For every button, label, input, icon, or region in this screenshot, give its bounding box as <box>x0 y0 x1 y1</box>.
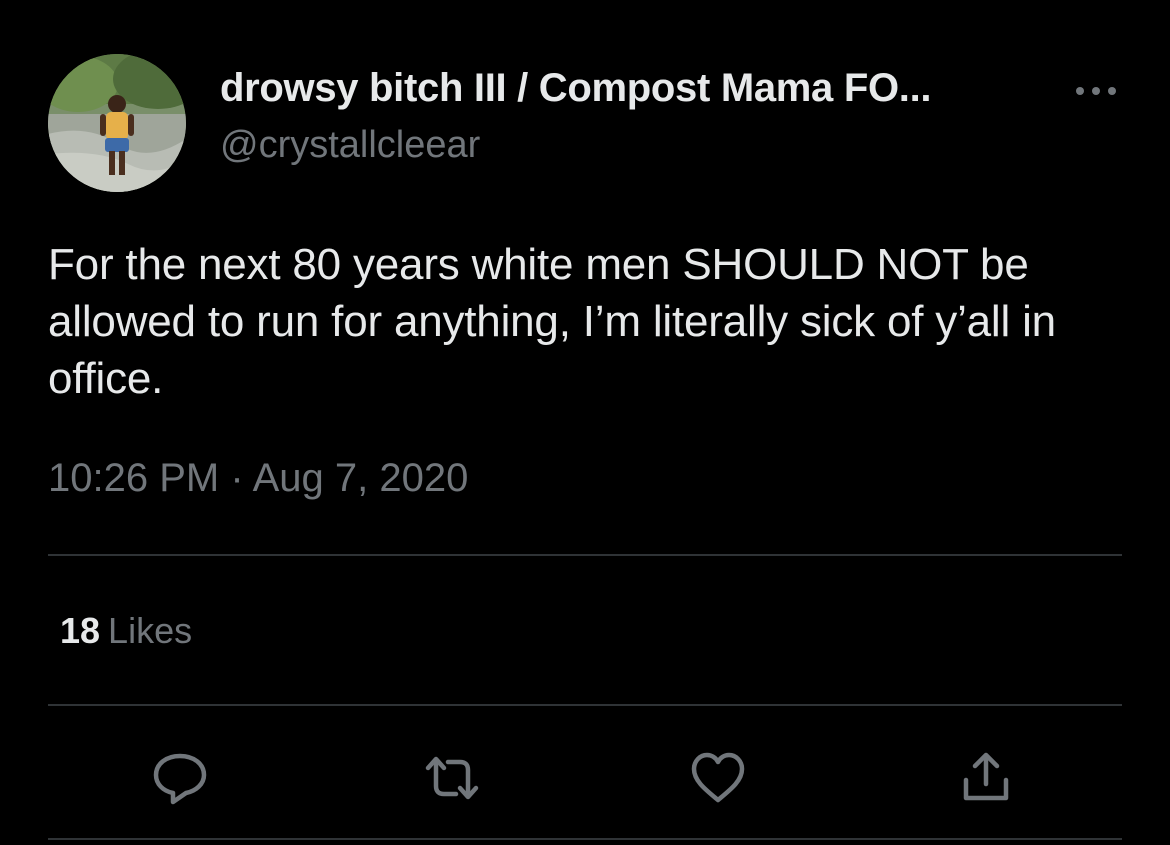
share-button[interactable] <box>956 750 1016 806</box>
avatar[interactable] <box>48 54 186 192</box>
avatar-photo <box>48 54 186 192</box>
heart-icon <box>691 752 745 803</box>
tweet-detail: drowsy bitch III / Compost Mama FO... @c… <box>0 0 1170 845</box>
more-options-button[interactable] <box>1068 78 1124 104</box>
likes-label: Likes <box>108 610 193 651</box>
likes-count: 18 <box>60 610 101 651</box>
meta-separator: · <box>230 456 244 500</box>
tweet-date: Aug 7, 2020 <box>252 456 469 500</box>
retweet-button[interactable] <box>422 750 482 806</box>
reply-icon <box>153 753 207 805</box>
divider <box>48 704 1122 706</box>
tweet-timestamp[interactable]: 10:26 PM · Aug 7, 2020 <box>48 456 468 501</box>
more-horizontal-icon <box>1076 87 1116 95</box>
divider <box>48 838 1122 840</box>
likes-stat[interactable]: 18 Likes <box>60 610 192 652</box>
tweet-time: 10:26 PM <box>48 456 220 500</box>
like-button[interactable] <box>688 750 748 806</box>
divider <box>48 554 1122 556</box>
user-handle[interactable]: @crystallcleear <box>220 124 480 167</box>
display-name[interactable]: drowsy bitch III / Compost Mama FO... <box>220 66 932 111</box>
reply-button[interactable] <box>150 750 210 806</box>
retweet-icon <box>425 756 479 800</box>
tweet-text: For the next 80 years white men SHOULD N… <box>48 240 1056 403</box>
share-icon <box>963 752 1009 801</box>
